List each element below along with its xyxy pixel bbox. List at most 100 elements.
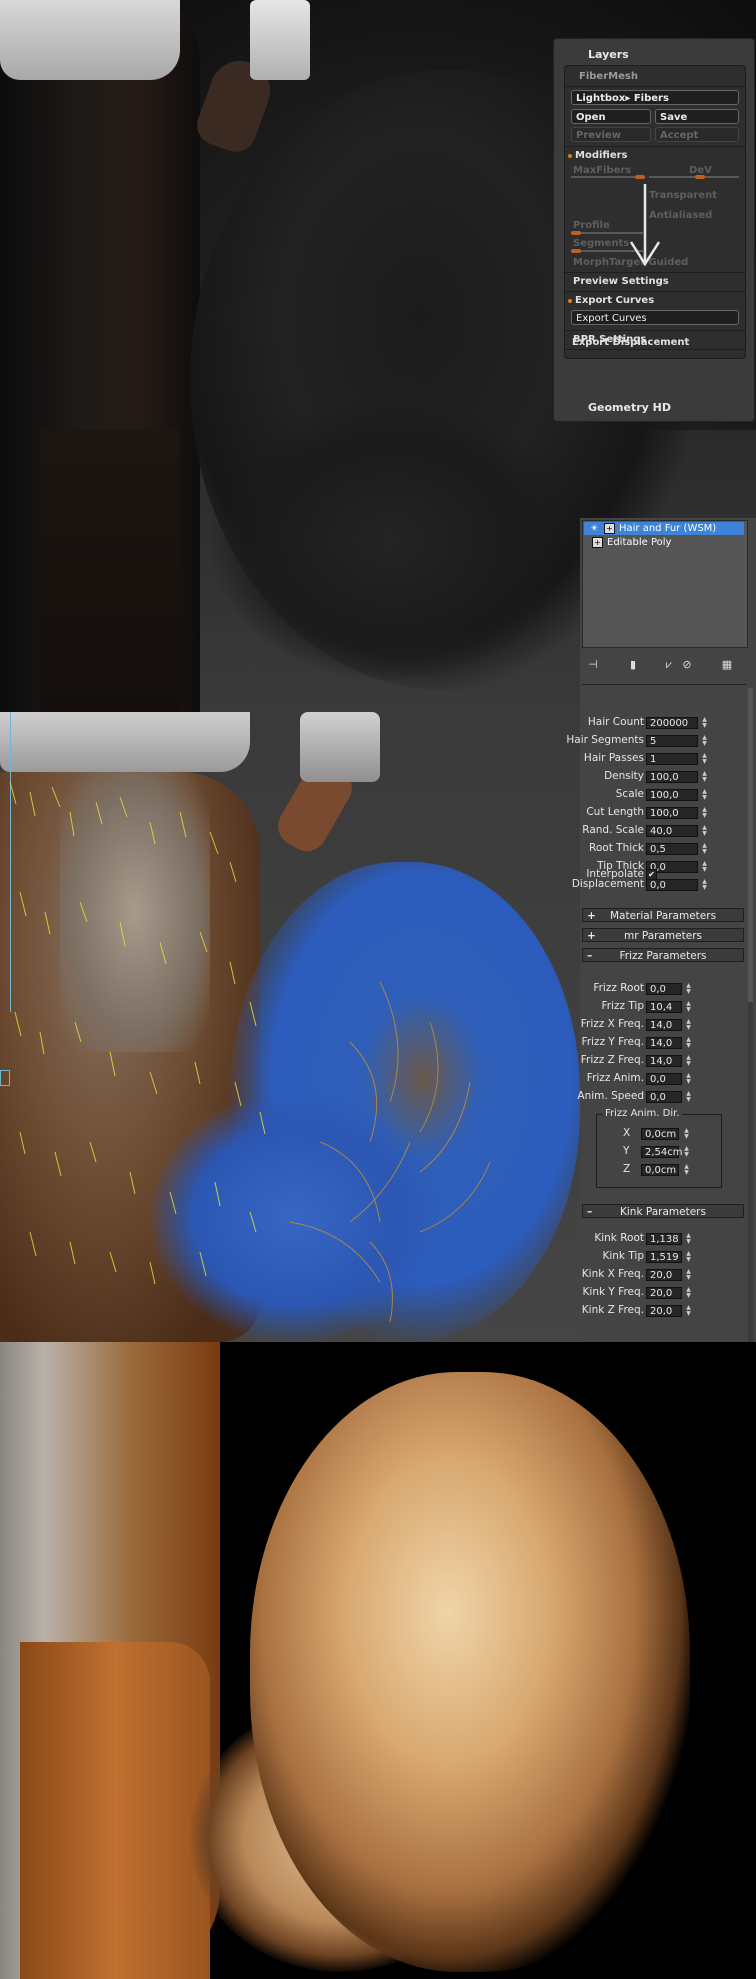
param-spinner-field[interactable]: 10,4 bbox=[646, 1001, 682, 1013]
spinner-arrows-icon[interactable]: ▲ ▼ bbox=[701, 843, 708, 855]
param-spinner-field[interactable]: 0,0 bbox=[646, 1073, 682, 1085]
layers-label[interactable]: Layers bbox=[588, 48, 629, 61]
dev-slider[interactable] bbox=[649, 176, 739, 178]
spinner-arrows-icon[interactable]: ▲ ▼ bbox=[685, 1269, 692, 1281]
spinner-arrows-icon[interactable]: ▲ ▼ bbox=[685, 1091, 692, 1103]
remove-modifier-icon[interactable]: ⊘ bbox=[680, 658, 694, 672]
param-spinner-field[interactable]: 14,0 bbox=[646, 1055, 682, 1067]
modifier-stack-item-hair-and-fur[interactable]: ☀ + Hair and Fur (WSM) bbox=[584, 522, 744, 535]
frizz-parameters-rollout[interactable]: – Frizz Parameters bbox=[582, 948, 744, 962]
kink-parameters-rollout[interactable]: – Kink Parameters bbox=[582, 1204, 744, 1218]
spinner-arrows-icon[interactable]: ▲ ▼ bbox=[685, 983, 692, 995]
segments-slider-label[interactable]: Segments bbox=[573, 238, 629, 249]
accept-button[interactable]: Accept bbox=[655, 127, 739, 142]
spinner-arrows-icon[interactable]: ▲ ▼ bbox=[683, 1146, 690, 1158]
param-spinner-field[interactable]: 14,0 bbox=[646, 1037, 682, 1049]
spinner-arrows-icon[interactable]: ▲ ▼ bbox=[701, 717, 708, 729]
param-spinner-field[interactable]: 200000 bbox=[646, 717, 698, 729]
segments-slider-knob[interactable] bbox=[571, 249, 581, 253]
panel-scrollbar[interactable] bbox=[748, 712, 753, 1342]
save-button[interactable]: Save bbox=[655, 109, 739, 124]
spinner-arrows-icon[interactable]: ▲ ▼ bbox=[683, 1128, 690, 1140]
export-curves-button[interactable]: Export Curves bbox=[571, 310, 739, 325]
show-end-result-icon[interactable]: ▮ bbox=[626, 658, 640, 672]
param-spinner-field[interactable]: 0,0 bbox=[646, 983, 682, 995]
geometry-hd-label[interactable]: Geometry HD bbox=[588, 401, 671, 414]
param-spinner-field[interactable]: 100,0 bbox=[646, 771, 698, 783]
spinner-arrows-icon[interactable]: ▲ ▼ bbox=[685, 1019, 692, 1031]
spinner-arrows-icon[interactable]: ▲ ▼ bbox=[685, 1001, 692, 1013]
maxfibers-slider[interactable] bbox=[571, 176, 643, 178]
spinner-arrows-icon[interactable]: ▲ ▼ bbox=[701, 825, 708, 837]
export-curves-header[interactable]: Export Curves bbox=[575, 295, 654, 306]
dev-slider-knob[interactable] bbox=[695, 175, 705, 179]
axis-spinner-field[interactable]: 0,0cm bbox=[641, 1164, 679, 1176]
expand-icon[interactable]: + bbox=[592, 536, 603, 548]
spinner-arrows-icon[interactable]: ▲ ▼ bbox=[701, 789, 708, 801]
spinner-arrows-icon[interactable]: ▲ ▼ bbox=[685, 1037, 692, 1049]
configure-sets-icon[interactable]: ▦ bbox=[720, 658, 734, 672]
param-spinner-field[interactable]: 20,0 bbox=[646, 1305, 682, 1317]
param-spinner-field[interactable]: 5 bbox=[646, 735, 698, 747]
axis-row: Y 2,54cm ▲ ▼ bbox=[597, 1145, 721, 1159]
param-label: Density bbox=[604, 770, 644, 782]
param-row: Frizz Y Freq. 14,0 ▲ ▼ bbox=[580, 1036, 756, 1050]
spinner-arrows-icon[interactable]: ▲ ▼ bbox=[685, 1233, 692, 1245]
param-spinner-field[interactable]: 1,519 bbox=[646, 1251, 682, 1263]
spinner-arrows-icon[interactable]: ▲ ▼ bbox=[701, 807, 708, 819]
spinner-arrows-icon[interactable]: ▲ ▼ bbox=[701, 753, 708, 765]
export-displacement-label[interactable]: Export Displacement bbox=[572, 337, 689, 348]
light-bulb-icon[interactable]: ☀ bbox=[590, 524, 600, 534]
spinner-arrows-icon[interactable]: ▲ ▼ bbox=[685, 1305, 692, 1317]
param-spinner-field[interactable]: 14,0 bbox=[646, 1019, 682, 1031]
pin-stack-icon[interactable]: ⊣ bbox=[586, 658, 600, 672]
max-viewport[interactable] bbox=[0, 712, 580, 1342]
panel-scrollbar-top[interactable] bbox=[748, 688, 753, 712]
profile-slider-label[interactable]: Profile bbox=[573, 220, 610, 231]
mr-parameters-rollout[interactable]: + mr Parameters bbox=[582, 928, 744, 942]
modifier-stack-list[interactable]: ☀ + Hair and Fur (WSM) + Editable Poly bbox=[582, 520, 748, 648]
expand-icon[interactable]: + bbox=[604, 522, 615, 534]
param-row: Kink Root 1,138 ▲ ▼ bbox=[580, 1232, 756, 1246]
maxfibers-slider-knob[interactable] bbox=[635, 175, 645, 179]
interpolate-checkbox[interactable]: ✔ bbox=[646, 869, 657, 880]
modifier-stack-item-editable-poly[interactable]: + Editable Poly bbox=[584, 536, 744, 549]
axis-label: X bbox=[623, 1127, 631, 1139]
spinner-arrows-icon[interactable]: ▲ ▼ bbox=[685, 1055, 692, 1067]
axis-spinner-field[interactable]: 0,0cm bbox=[641, 1128, 679, 1140]
spinner-arrows-icon[interactable]: ▲ ▼ bbox=[685, 1287, 692, 1299]
preview-settings-label[interactable]: Preview Settings bbox=[573, 276, 669, 287]
lightbox-fibers-button[interactable]: Lightbox▸ Fibers bbox=[571, 90, 739, 105]
param-spinner-field[interactable]: 1 bbox=[646, 753, 698, 765]
make-unique-icon[interactable]: ⩗ bbox=[662, 658, 676, 672]
character-shin bbox=[40, 430, 180, 712]
param-spinner-field[interactable]: 40,0 bbox=[646, 825, 698, 837]
scrollbar-thumb[interactable] bbox=[748, 712, 753, 1002]
spinner-arrows-icon[interactable]: ▲ ▼ bbox=[701, 735, 708, 747]
divider bbox=[565, 146, 745, 147]
open-button[interactable]: Open bbox=[571, 109, 651, 124]
param-label: Anim. Speed bbox=[577, 1090, 644, 1102]
param-spinner-field[interactable]: 0,0 bbox=[646, 1091, 682, 1103]
param-spinner-field[interactable]: 1,138 bbox=[646, 1233, 682, 1245]
modifiers-label[interactable]: Modifiers bbox=[575, 150, 628, 161]
spinner-arrows-icon[interactable]: ▲ ▼ bbox=[683, 1164, 690, 1176]
param-spinner-field[interactable]: 20,0 bbox=[646, 1287, 682, 1299]
spinner-arrows-icon[interactable]: ▲ ▼ bbox=[701, 771, 708, 783]
axis-spinner-field[interactable]: 2,54cm bbox=[641, 1146, 683, 1158]
stack-toolbar: ⊣ ▮ ⩗ ⊘ ▦ bbox=[580, 654, 756, 678]
param-spinner-field[interactable]: 0,5 bbox=[646, 843, 698, 855]
profile-slider-knob[interactable] bbox=[571, 231, 581, 235]
material-parameters-rollout[interactable]: + Material Parameters bbox=[582, 908, 744, 922]
param-spinner-field[interactable]: 20,0 bbox=[646, 1269, 682, 1281]
maxfibers-slider-label[interactable]: MaxFibers bbox=[573, 165, 631, 176]
collapse-icon: – bbox=[587, 1206, 593, 1218]
fibermesh-label[interactable]: FiberMesh bbox=[579, 71, 638, 82]
spinner-arrows-icon[interactable]: ▲ ▼ bbox=[685, 1251, 692, 1263]
spinner-arrows-icon[interactable]: ▲ ▼ bbox=[685, 1073, 692, 1085]
preview-button[interactable]: Preview bbox=[571, 127, 651, 142]
viewport-gizmo[interactable] bbox=[0, 1070, 10, 1086]
character-cuff bbox=[300, 712, 380, 782]
param-spinner-field[interactable]: 100,0 bbox=[646, 789, 698, 801]
param-spinner-field[interactable]: 100,0 bbox=[646, 807, 698, 819]
